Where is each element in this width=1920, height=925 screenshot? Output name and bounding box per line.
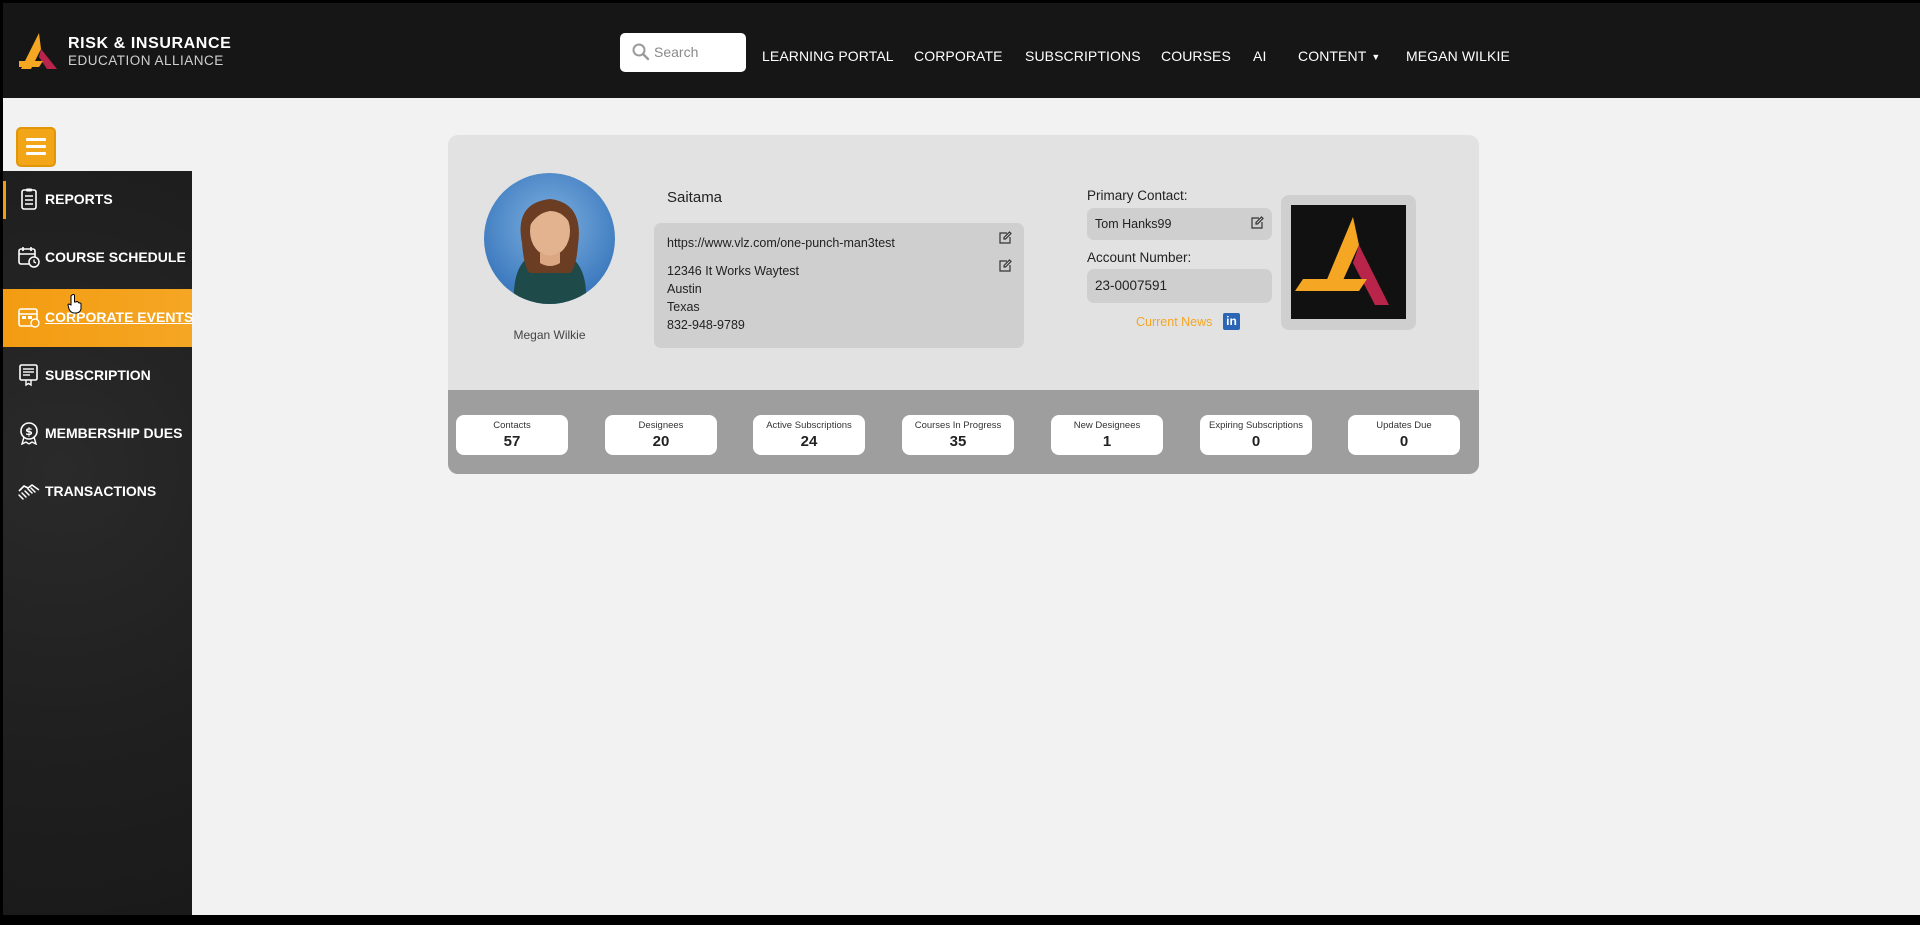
app-frame: RISK & INSURANCE EDUCATION ALLIANCE LEAR… [3,3,1920,915]
stat-contacts[interactable]: Contacts 57 [456,415,568,455]
hamburger-icon-bar [26,145,46,148]
nav-content-label: CONTENT [1298,48,1367,64]
linkedin-icon[interactable]: in [1223,313,1240,330]
avatar[interactable] [484,173,615,304]
nav-ai[interactable]: AI [1253,48,1266,64]
stat-value: 57 [503,433,521,450]
hamburger-icon-bar [26,152,46,155]
stat-designees[interactable]: Designees 20 [605,415,717,455]
nav-learning-portal[interactable]: LEARNING PORTAL [762,48,894,64]
edit-url-icon[interactable] [998,231,1012,245]
sidebar-item-label: SUBSCRIPTION [45,367,151,383]
sidebar-item-transactions[interactable]: TRANSACTIONS [3,463,192,521]
sidebar-item-corporate-events[interactable]: CORPORATE EVENTS [3,289,193,347]
stat-title: New Designees [1073,420,1141,431]
caret-down-icon: ▼ [1371,52,1381,62]
search-icon [632,43,650,61]
sidebar-item-label: TRANSACTIONS [45,483,157,499]
search-box[interactable] [620,33,746,72]
address-city: Austin [667,282,702,296]
sidebar-item-reports[interactable]: REPORTS [3,171,192,229]
stat-active-subscriptions[interactable]: Active Subscriptions 24 [753,415,865,455]
company-logo-box [1281,195,1416,330]
hamburger-icon [26,138,46,141]
stat-new-designees[interactable]: New Designees 1 [1051,415,1163,455]
address-phone: 832-948-9789 [667,318,745,332]
stat-title: Designees [638,420,684,431]
stat-value: 0 [1399,433,1409,450]
top-header: RISK & INSURANCE EDUCATION ALLIANCE LEAR… [3,3,1920,98]
company-logo-icon [1295,217,1389,305]
account-number-field: 23-0007591 [1087,269,1272,303]
hand-cursor-icon [67,294,82,314]
account-number-value: 23-0007591 [1095,278,1168,293]
stat-title: Courses In Progress [914,420,1002,431]
profile-name: Megan Wilkie [513,328,586,342]
brand-logo-icon [19,33,57,69]
calendar-event-icon [18,308,40,328]
brand-logo[interactable]: RISK & INSURANCE EDUCATION ALLIANCE [17,29,237,75]
primary-contact-field: Tom Hanks99 [1087,208,1272,240]
stat-title: Updates Due [1376,420,1432,431]
handshake-icon [18,484,40,500]
nav-user-megan-wilkie[interactable]: MEGAN WILKIE [1406,48,1510,64]
primary-contact-value: Tom Hanks99 [1095,217,1172,231]
search-input[interactable] [654,42,740,62]
nav-content[interactable]: CONTENT ▼ [1298,48,1380,64]
menu-toggle-button[interactable] [16,127,56,167]
brand-line2: EDUCATION ALLIANCE [68,53,224,68]
stats-bar: Contacts 57 Designees 20 Active Subscrip… [448,390,1479,474]
stat-value: 35 [949,433,967,450]
corporate-profile-card: Megan Wilkie Saitama https://www.vlz.com… [448,135,1479,474]
sidebar-item-label: REPORTS [45,191,113,207]
stat-value: 0 [1251,433,1261,450]
sidebar-item-membership-dues[interactable]: $ MEMBERSHIP DUES [3,405,192,463]
stat-value: 1 [1102,433,1112,450]
nav-corporate[interactable]: CORPORATE [914,48,1003,64]
company-logo [1291,205,1406,319]
sidebar-item-label: COURSE SCHEDULE [45,249,186,265]
svg-text:$: $ [25,425,33,438]
badge-dollar-icon: $ [20,422,38,445]
current-news-link[interactable]: Current News [1136,315,1212,329]
primary-contact-label: Primary Contact: [1087,188,1188,203]
company-address: 12346 It Works Waytest Austin Texas 832-… [667,262,799,334]
company-url: https://www.vlz.com/one-punch-man3test [667,236,895,250]
sidebar-item-label: MEMBERSHIP DUES [45,425,183,441]
stat-expiring-subscriptions[interactable]: Expiring Subscriptions 0 [1200,415,1312,455]
profile-photo [513,199,587,304]
stat-title: Contacts [493,420,531,431]
stat-courses-in-progress[interactable]: Courses In Progress 35 [902,415,1014,455]
stat-updates-due[interactable]: Updates Due 0 [1348,415,1460,455]
stat-title: Expiring Subscriptions [1209,420,1303,431]
nav-courses[interactable]: COURSES [1161,48,1231,64]
company-info-box: https://www.vlz.com/one-punch-man3test 1… [654,223,1024,348]
edit-contact-icon[interactable] [1250,216,1264,230]
edit-address-icon[interactable] [998,259,1012,273]
calendar-clock-icon [18,247,40,268]
sidebar-accent [3,181,6,219]
stat-value: 24 [800,433,818,450]
account-number-label: Account Number: [1087,250,1192,265]
address-state: Texas [667,300,700,314]
sidebar: REPORTS COURSE SCHEDULE CORPORATE EVENTS… [3,171,193,915]
clipboard-list-icon [21,188,37,210]
stat-title: Active Subscriptions [766,420,852,431]
certificate-icon [19,364,38,387]
brand-line1: RISK & INSURANCE [68,35,232,52]
nav-subscriptions[interactable]: SUBSCRIPTIONS [1025,48,1141,64]
stat-value: 20 [652,433,670,450]
sidebar-item-subscription[interactable]: SUBSCRIPTION [3,347,192,405]
address-street: 12346 It Works Waytest [667,264,799,278]
company-name: Saitama [667,189,723,206]
sidebar-item-course-schedule[interactable]: COURSE SCHEDULE [3,229,192,287]
